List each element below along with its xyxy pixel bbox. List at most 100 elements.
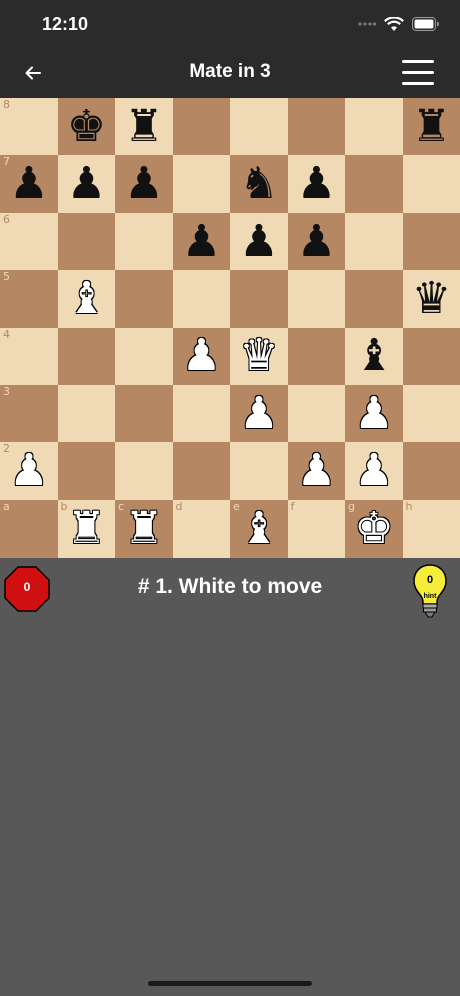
square-h5[interactable]: ♛ <box>402 270 460 328</box>
square-e5[interactable] <box>230 270 288 328</box>
square-h3[interactable] <box>402 384 460 443</box>
square-b6[interactable] <box>57 212 116 271</box>
square-e4[interactable]: ♛ <box>230 327 288 386</box>
white-rook-icon[interactable]: ♜ <box>115 500 173 558</box>
square-a1[interactable]: a <box>0 499 58 558</box>
square-c7[interactable]: ♟ <box>115 155 173 214</box>
black-knight-icon[interactable]: ♞ <box>230 155 288 213</box>
square-b8[interactable]: ♚ <box>57 98 116 156</box>
square-e7[interactable]: ♞ <box>230 155 288 214</box>
black-king-icon[interactable]: ♚ <box>58 98 116 156</box>
square-g4[interactable]: ♝ <box>345 327 403 386</box>
square-d4[interactable]: ♟ <box>172 327 231 386</box>
square-d7[interactable] <box>172 155 231 214</box>
black-pawn-icon[interactable]: ♟ <box>173 213 231 271</box>
square-f2[interactable]: ♟ <box>287 442 346 501</box>
square-e6[interactable]: ♟ <box>230 212 288 271</box>
square-f5[interactable] <box>287 270 346 328</box>
square-d5[interactable] <box>172 270 231 328</box>
black-pawn-icon[interactable]: ♟ <box>288 155 346 213</box>
white-pawn-icon[interactable]: ♟ <box>230 385 288 443</box>
black-queen-icon[interactable]: ♛ <box>403 270 460 328</box>
square-h4[interactable] <box>402 327 460 386</box>
rank-label: 6 <box>3 212 10 226</box>
white-pawn-icon[interactable]: ♟ <box>345 442 403 500</box>
white-king-icon[interactable]: ♚ <box>345 500 403 558</box>
white-pawn-icon[interactable]: ♟ <box>345 385 403 443</box>
square-g3[interactable]: ♟ <box>345 384 403 443</box>
square-h1[interactable]: h <box>402 499 460 558</box>
square-f6[interactable]: ♟ <box>287 212 346 271</box>
hint-label: hint <box>423 593 437 600</box>
square-a5[interactable]: 5 <box>0 270 58 328</box>
square-e8[interactable] <box>230 98 288 156</box>
turn-indicator: # 1. White to move <box>137 575 323 598</box>
square-c4[interactable] <box>115 327 173 386</box>
square-d1[interactable]: d <box>172 499 231 558</box>
square-b4[interactable] <box>57 327 116 386</box>
white-pawn-icon[interactable]: ♟ <box>288 442 346 500</box>
nav-bar: Mate in 3 <box>0 48 460 98</box>
square-f1[interactable]: f <box>287 499 346 558</box>
black-rook-icon[interactable]: ♜ <box>403 98 460 156</box>
square-d2[interactable] <box>172 442 231 501</box>
square-a8[interactable]: 8 <box>0 98 58 156</box>
square-c3[interactable] <box>115 384 173 443</box>
square-a6[interactable]: 6 <box>0 212 58 271</box>
square-c2[interactable] <box>115 442 173 501</box>
white-bishop-icon[interactable]: ♝ <box>58 270 116 328</box>
square-a2[interactable]: 2 ♟ <box>0 442 58 501</box>
black-bishop-icon[interactable]: ♝ <box>345 328 403 386</box>
white-bishop-icon[interactable]: ♝ <box>230 500 288 558</box>
square-f4[interactable] <box>287 327 346 386</box>
black-pawn-icon[interactable]: ♟ <box>230 213 288 271</box>
black-pawn-icon[interactable]: ♟ <box>115 155 173 213</box>
square-g6[interactable] <box>345 212 403 271</box>
square-h2[interactable] <box>402 442 460 501</box>
square-b7[interactable]: ♟ <box>57 155 116 214</box>
white-pawn-icon[interactable]: ♟ <box>173 328 231 386</box>
square-g5[interactable] <box>345 270 403 328</box>
square-f8[interactable] <box>287 98 346 156</box>
square-g1[interactable]: g ♚ <box>345 499 403 558</box>
square-a4[interactable]: 4 <box>0 327 58 386</box>
square-b2[interactable] <box>57 442 116 501</box>
square-g2[interactable]: ♟ <box>345 442 403 501</box>
square-e2[interactable] <box>230 442 288 501</box>
square-a7[interactable]: 7 ♟ <box>0 155 58 214</box>
mistake-counter-button[interactable]: 0 <box>4 566 50 612</box>
square-g8[interactable] <box>345 98 403 156</box>
black-pawn-icon[interactable]: ♟ <box>0 155 58 213</box>
hint-button[interactable]: 0 hint <box>412 563 448 619</box>
square-g7[interactable] <box>345 155 403 214</box>
white-rook-icon[interactable]: ♜ <box>58 500 116 558</box>
menu-button[interactable] <box>402 60 436 86</box>
square-f3[interactable] <box>287 384 346 443</box>
black-rook-icon[interactable]: ♜ <box>115 98 173 156</box>
square-c8[interactable]: ♜ <box>115 98 173 156</box>
battery-icon <box>412 17 439 31</box>
white-queen-icon[interactable]: ♛ <box>230 328 288 386</box>
square-d6[interactable]: ♟ <box>172 212 231 271</box>
square-h8[interactable]: ♜ <box>402 98 460 156</box>
square-e3[interactable]: ♟ <box>230 384 288 443</box>
square-d3[interactable] <box>172 384 231 443</box>
square-b5[interactable]: ♝ <box>57 270 116 328</box>
square-c1[interactable]: c ♜ <box>115 499 173 558</box>
square-h6[interactable] <box>402 212 460 271</box>
square-b1[interactable]: b ♜ <box>57 499 116 558</box>
status-bar: 12:10 <box>0 0 460 48</box>
chess-board[interactable]: 8 ♚ ♜ ♜ 7 ♟ ♟ ♟ ♞ ♟ 6 ♟ ♟ ♟ 5 ♝ ♛ 4 ♟ ♛ ♝ 3 ♟ ♟ 2 ♟ ♟ ♟ a b ♜ c ♜ d e ♝ f g ♚ h <box>0 98 460 558</box>
square-h7[interactable] <box>402 155 460 214</box>
mistake-count: 0 <box>23 580 31 594</box>
square-f7[interactable]: ♟ <box>287 155 346 214</box>
white-pawn-icon[interactable]: ♟ <box>0 442 58 500</box>
square-e1[interactable]: e ♝ <box>230 499 288 558</box>
square-d8[interactable] <box>172 98 231 156</box>
black-pawn-icon[interactable]: ♟ <box>58 155 116 213</box>
square-b3[interactable] <box>57 384 116 443</box>
square-c5[interactable] <box>115 270 173 328</box>
square-c6[interactable] <box>115 212 173 271</box>
square-a3[interactable]: 3 <box>0 384 58 443</box>
black-pawn-icon[interactable]: ♟ <box>288 213 346 271</box>
